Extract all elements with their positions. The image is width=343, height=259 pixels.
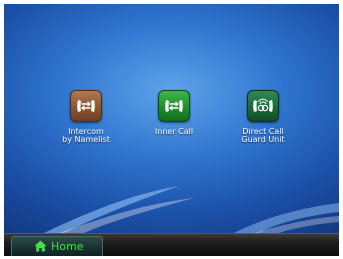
intercom-handset-icon [70, 90, 102, 122]
home-screen: Intercom by Namelist Inner Call Direct C… [4, 4, 339, 233]
intercom-label-line2: by Namelist [62, 135, 110, 144]
home-button[interactable]: Home [11, 236, 103, 256]
inner-call-handset-icon [158, 90, 190, 122]
direct-call-guard-unit-app[interactable]: Direct Call Guard Unit [223, 90, 303, 144]
guard-unit-handset-icon [247, 90, 279, 122]
intercom-device: Intercom by Namelist Inner Call Direct C… [0, 0, 343, 259]
inner-call-app[interactable]: Inner Call [134, 90, 214, 136]
direct-call-label-line2: Guard Unit [241, 135, 285, 144]
intercom-by-namelist-app[interactable]: Intercom by Namelist [46, 90, 126, 144]
inner-call-label: Inner Call [154, 127, 194, 136]
home-icon [34, 240, 47, 252]
home-label: Home [51, 240, 84, 253]
